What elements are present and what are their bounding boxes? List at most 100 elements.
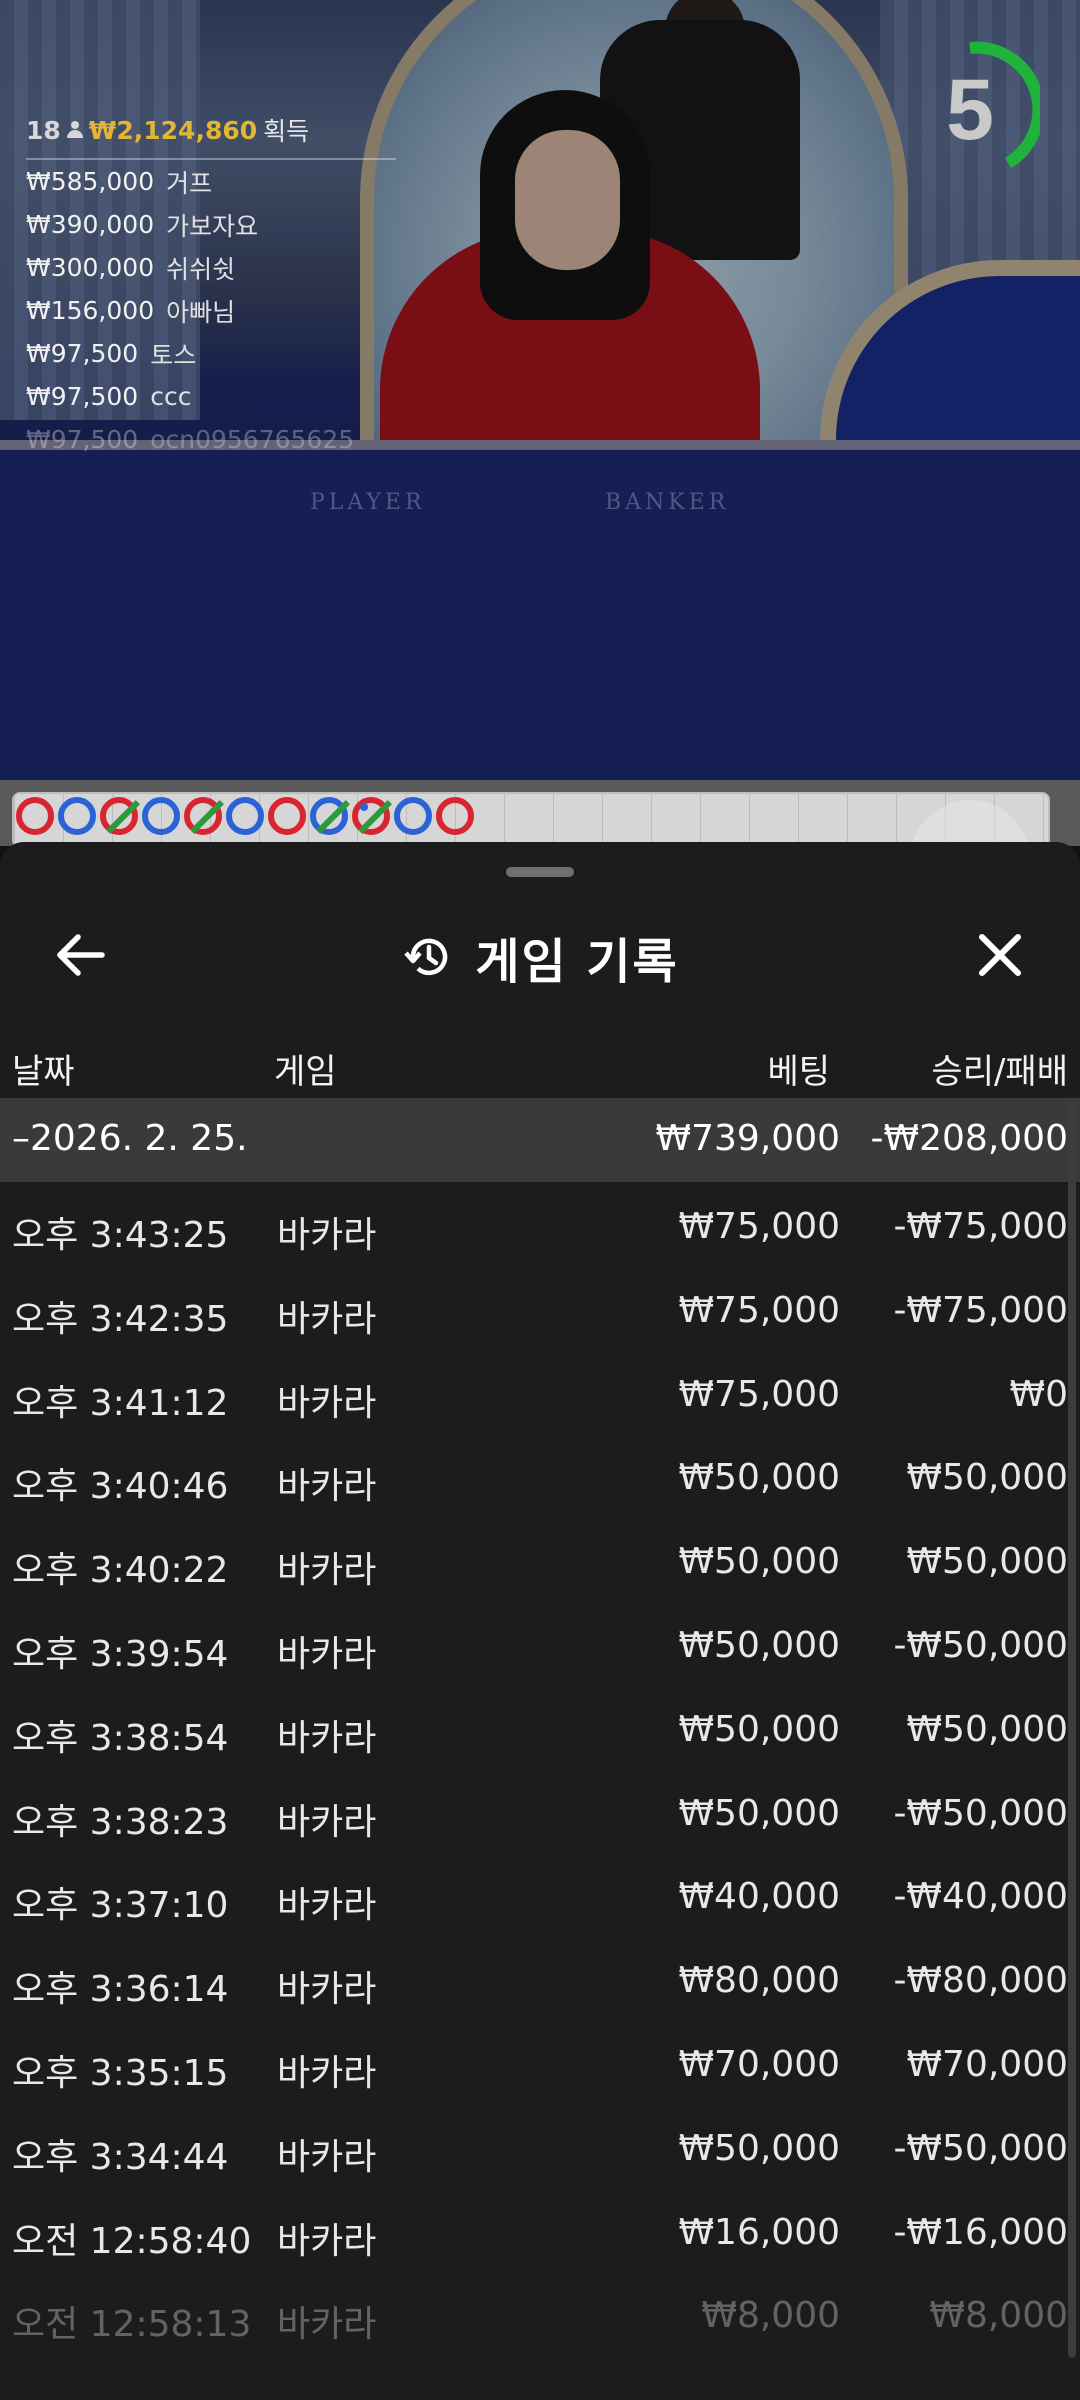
- row-result: ₩70,000: [906, 2043, 1068, 2085]
- row-bet: ₩75,000: [678, 1206, 840, 1247]
- row-time: 오후 3:36:14: [12, 1969, 229, 2011]
- row-result: -₩50,000: [893, 2127, 1068, 2169]
- col-bet: 베팅: [767, 1052, 830, 1092]
- pair-dot: [360, 803, 368, 811]
- history-row[interactable]: 오전 12:58:40 바카라 ₩16,000 -₩16,000: [0, 2194, 1080, 2278]
- entry-amount: ₩390,000: [26, 210, 155, 239]
- row-bet: ₩50,000: [678, 1708, 840, 1750]
- entry-amount: ₩300,000: [26, 253, 155, 282]
- row-result: ₩0: [1009, 1373, 1069, 1415]
- row-bet: ₩70,000: [678, 2043, 840, 2085]
- row-time: 오후 3:34:44: [12, 2136, 229, 2178]
- history-clock-icon: [404, 938, 448, 976]
- row-time: 오후 3:38:54: [12, 1717, 229, 1759]
- history-row[interactable]: 오후 3:38:54 바카라 ₩50,000 ₩50,000: [0, 1691, 1080, 1775]
- row-game: 바카라: [277, 2304, 377, 2346]
- history-row[interactable]: 오후 3:35:15 바카라 ₩70,000 ₩70,000: [0, 2026, 1080, 2110]
- banker-bead: [16, 797, 54, 835]
- entry-amount: ₩97,500: [26, 382, 139, 411]
- row-game: 바카라: [277, 1969, 377, 2011]
- history-row[interactable]: 오후 3:40:22 바카라 ₩50,000 ₩50,000: [0, 1523, 1080, 1607]
- entry-name: 가보자요: [166, 211, 259, 241]
- leaderboard-entry: ₩97,500 토스: [26, 332, 396, 375]
- row-bet: ₩16,000: [678, 2211, 840, 2253]
- banker-bead: [268, 797, 306, 835]
- row-time: 오후 3:37:10: [12, 1885, 229, 1927]
- row-time: 오후 3:40:46: [12, 1466, 229, 1508]
- betting-countdown: 5: [900, 40, 1040, 180]
- leaderboard-entry: ₩156,000 아빠님: [26, 289, 396, 332]
- row-bet: ₩50,000: [678, 1624, 840, 1666]
- date-group-label: –2026. 2. 25.: [12, 1118, 248, 1159]
- player-bead: [310, 797, 350, 835]
- row-time: 오전 12:58:13: [12, 2304, 252, 2346]
- sheet-title: 게임 기록: [475, 934, 679, 990]
- leaderboard-entry: ₩585,000 거프: [26, 160, 396, 203]
- row-game: 바카라: [277, 1717, 377, 1759]
- entry-amount: ₩585,000: [26, 167, 155, 196]
- row-bet: ₩40,000: [678, 1876, 840, 1918]
- row-time: 오전 12:58:40: [12, 2220, 252, 2262]
- person-icon: [66, 121, 83, 139]
- winners-leaderboard: 18 ₩2,124,860 획득 ₩585,000 거프 ₩390,000 가보자요 ₩…: [26, 112, 396, 461]
- date-group-row[interactable]: –2026. 2. 25. ₩739,000 -₩208,000: [0, 1098, 1080, 1182]
- leaderboard-header: 18 ₩2,124,860 획득: [26, 112, 396, 160]
- table-header: 날짜 게임 베팅 승리/패배: [0, 1024, 1080, 1104]
- close-x-icon[interactable]: [965, 920, 1035, 990]
- sheet-title-group: 게임 기록: [0, 897, 1080, 1017]
- row-game: 바카라: [277, 2220, 377, 2262]
- row-game: 바카라: [277, 1801, 377, 1843]
- leaderboard-entry: ₩97,500 ocn0956765625: [26, 418, 396, 461]
- entry-name: 토스: [150, 340, 197, 370]
- banker-bead: [100, 797, 140, 835]
- row-result: -₩40,000: [893, 1876, 1068, 1918]
- banker-bead: [184, 797, 224, 835]
- leaderboard-entry: ₩97,500 ccc: [26, 375, 396, 418]
- history-scrollbar[interactable]: [1068, 1098, 1076, 2358]
- row-result: -₩50,000: [893, 1792, 1068, 1834]
- entry-amount: ₩156,000: [26, 296, 155, 325]
- row-time: 오후 3:42:35: [12, 1298, 229, 1340]
- history-row[interactable]: 오후 3:43:25 바카라 ₩75,000 -₩75,000: [0, 1188, 1080, 1272]
- history-row[interactable]: 오후 3:38:23 바카라 ₩50,000 -₩50,000: [0, 1775, 1080, 1859]
- row-game: 바카라: [277, 1298, 377, 1340]
- bead-road: [16, 795, 474, 835]
- history-row[interactable]: 오후 3:36:14 바카라 ₩80,000 -₩80,000: [0, 1942, 1080, 2026]
- leaderboard-entry: ₩300,000 쉬쉬쉿: [26, 246, 396, 289]
- back-arrow-icon[interactable]: [46, 920, 116, 990]
- row-game: 바카라: [277, 2052, 377, 2094]
- row-result: -₩16,000: [893, 2211, 1068, 2253]
- history-row[interactable]: 오후 3:37:10 바카라 ₩40,000 -₩40,000: [0, 1858, 1080, 1942]
- row-result: ₩50,000: [906, 1708, 1068, 1750]
- date-group-result-total: -₩208,000: [870, 1118, 1068, 1159]
- sheet-header: 게임 기록: [0, 897, 1080, 1017]
- row-time: 오후 3:39:54: [12, 1633, 229, 1675]
- history-row[interactable]: 오후 3:41:12 바카라 ₩75,000 ₩0: [0, 1356, 1080, 1440]
- row-bet: ₩75,000: [678, 1289, 840, 1331]
- entry-name: ocn0956765625: [150, 425, 355, 454]
- row-game: 바카라: [277, 2136, 377, 2178]
- history-row[interactable]: 오전 12:58:13 바카라 ₩8,000 ₩8,000: [0, 2277, 1080, 2361]
- banker-bead: [352, 797, 392, 835]
- row-time: 오후 3:38:23: [12, 1801, 229, 1843]
- entry-amount: ₩97,500: [26, 339, 139, 368]
- history-row[interactable]: 오후 3:42:35 바카라 ₩75,000 -₩75,000: [0, 1272, 1080, 1356]
- history-row[interactable]: 오후 3:39:54 바카라 ₩50,000 -₩50,000: [0, 1607, 1080, 1691]
- row-result: -₩50,000: [893, 1624, 1068, 1666]
- col-result: 승리/패배: [931, 1052, 1068, 1092]
- row-game: 바카라: [277, 1633, 377, 1675]
- history-row[interactable]: 오후 3:34:44 바카라 ₩50,000 -₩50,000: [0, 2110, 1080, 2194]
- player-bead: [226, 797, 264, 835]
- row-result: -₩80,000: [893, 1960, 1068, 2002]
- total-win-label: 획득: [263, 117, 310, 146]
- tie-mark: [190, 800, 224, 834]
- entry-amount: ₩97,500: [26, 425, 139, 454]
- tie-mark: [316, 800, 350, 834]
- total-win: ₩2,124,860: [88, 115, 258, 145]
- row-bet: ₩50,000: [678, 1457, 840, 1499]
- history-row[interactable]: 오후 3:40:46 바카라 ₩50,000 ₩50,000: [0, 1439, 1080, 1523]
- live-video: PLAYER BANKER 18 ₩2,124,860 획득 ₩585,000 거…: [0, 0, 1080, 780]
- row-time: 오후 3:41:12: [12, 1382, 229, 1424]
- sheet-drag-handle[interactable]: [506, 867, 574, 877]
- leaderboard-entry: ₩390,000 가보자요: [26, 203, 396, 246]
